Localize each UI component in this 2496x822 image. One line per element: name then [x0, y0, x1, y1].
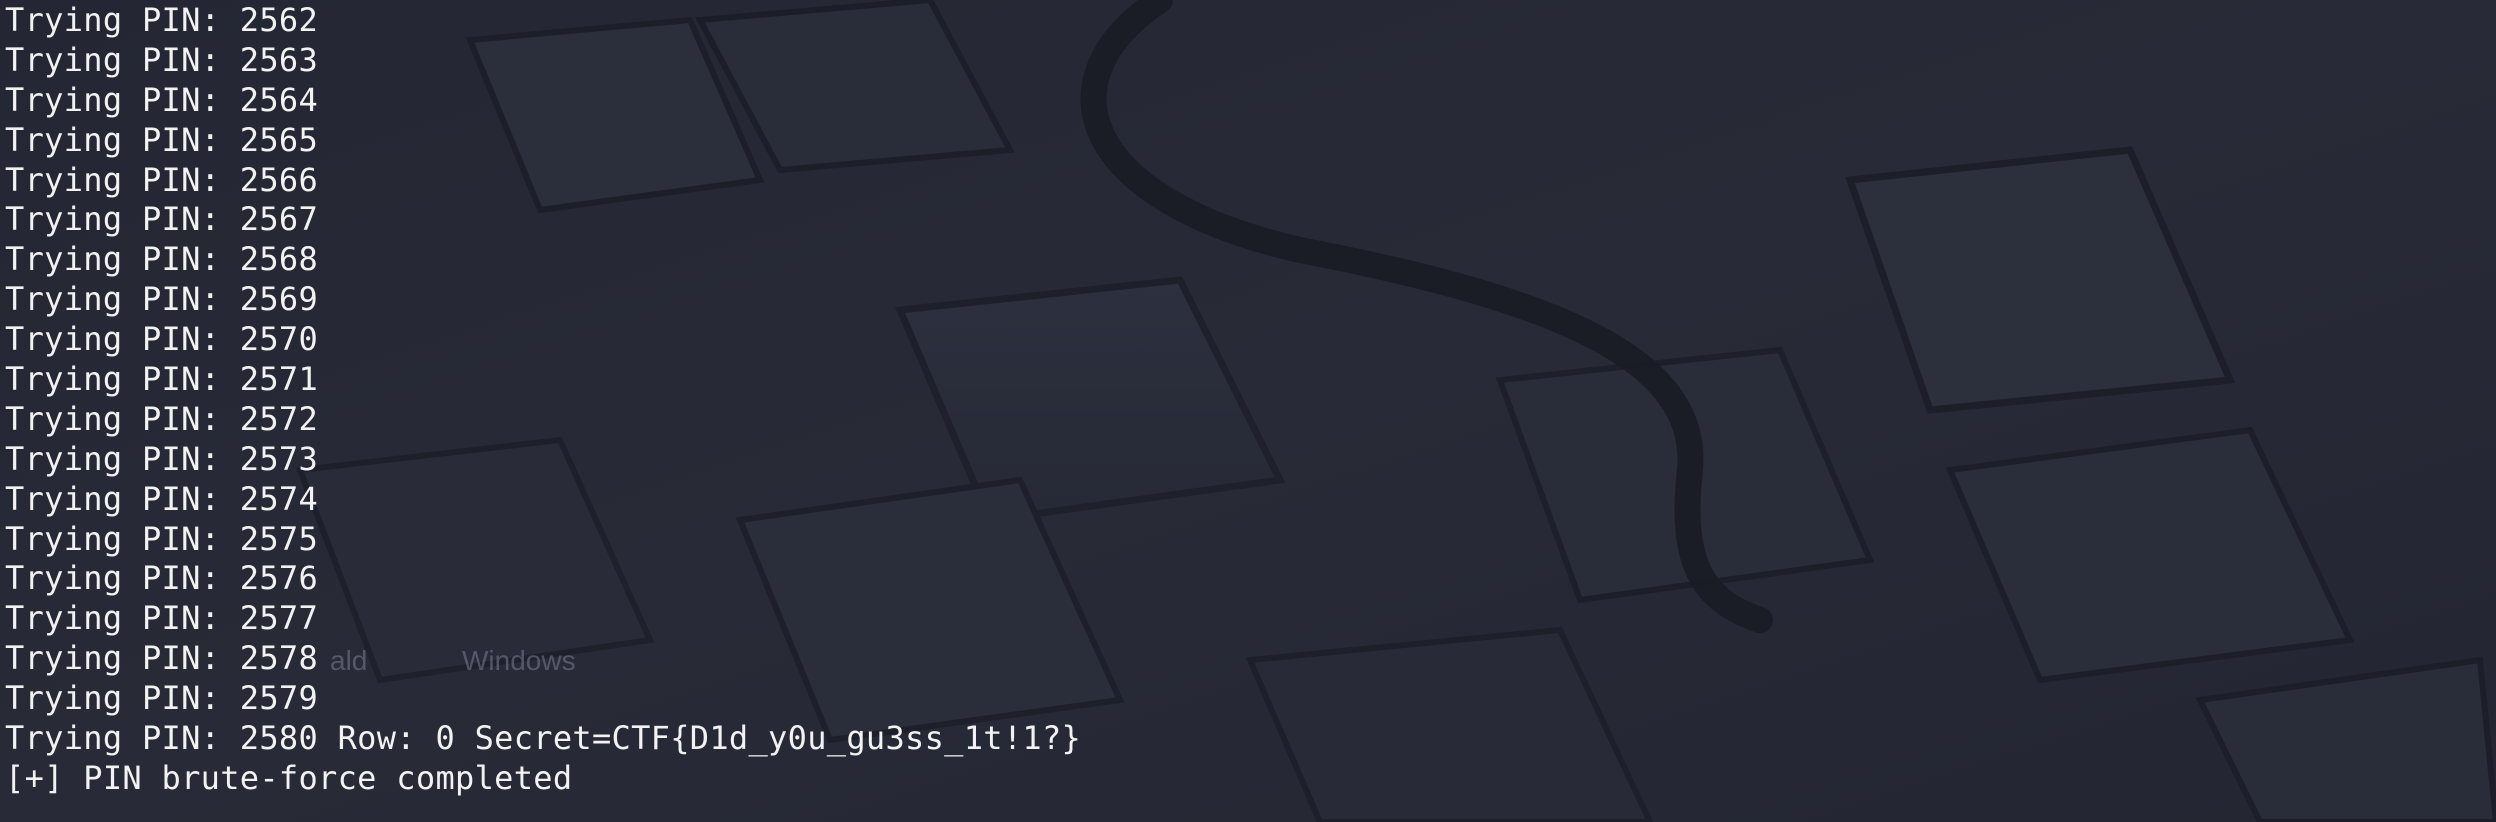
- terminal-window[interactable]: Trying PIN: 2562 Trying PIN: 2563 Trying…: [0, 0, 2496, 822]
- terminal-line: Trying PIN: 2573: [5, 439, 319, 478]
- terminal-output: Trying PIN: 2562 Trying PIN: 2563 Trying…: [5, 0, 1081, 798]
- terminal-line-status: [+] PIN brute-force completed: [5, 758, 573, 797]
- terminal-line: Trying PIN: 2571: [5, 360, 319, 399]
- terminal-line: Trying PIN: 2566: [5, 160, 319, 199]
- terminal-line: Trying PIN: 2563: [5, 40, 319, 79]
- terminal-line: Trying PIN: 2579: [5, 679, 319, 718]
- terminal-line: Trying PIN: 2576: [5, 559, 319, 598]
- terminal-line: Trying PIN: 2574: [5, 479, 319, 518]
- terminal-line: Trying PIN: 2575: [5, 519, 319, 558]
- terminal-line: Trying PIN: 2568: [5, 240, 319, 279]
- terminal-line: Trying PIN: 2570: [5, 320, 319, 359]
- terminal-line: Trying PIN: 2567: [5, 200, 319, 239]
- terminal-line: Trying PIN: 2564: [5, 80, 319, 119]
- terminal-line: Trying PIN: 2562: [5, 1, 319, 39]
- terminal-line: Trying PIN: 2565: [5, 120, 319, 159]
- terminal-line: Trying PIN: 2572: [5, 399, 319, 438]
- terminal-line: Trying PIN: 2577: [5, 599, 319, 638]
- terminal-line: Trying PIN: 2578: [5, 639, 319, 678]
- terminal-line: Trying PIN: 2569: [5, 280, 319, 319]
- terminal-line-secret: Trying PIN: 2580 Row: 0 Secret=CTF{D1d_y…: [5, 719, 1082, 758]
